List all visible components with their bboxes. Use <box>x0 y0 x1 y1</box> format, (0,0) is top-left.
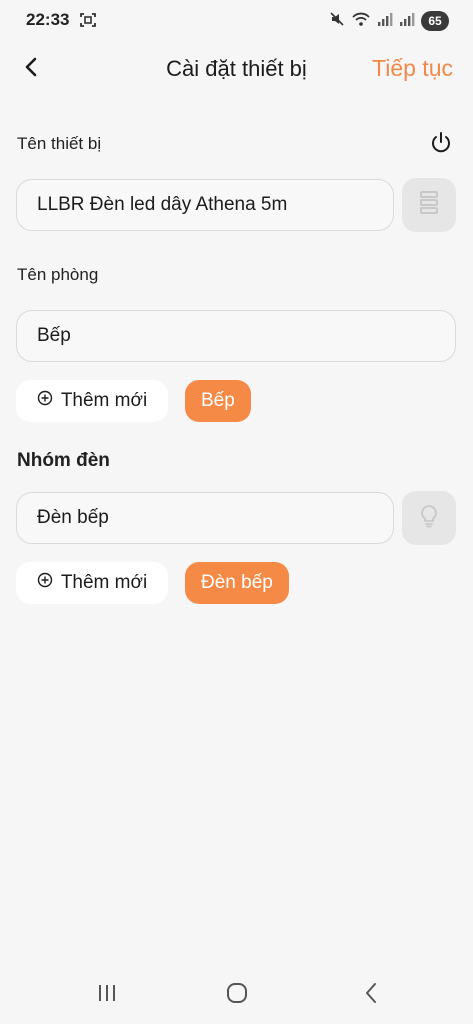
power-button[interactable] <box>428 131 454 160</box>
recent-apps-button[interactable] <box>92 980 122 1010</box>
home-button[interactable] <box>222 980 252 1010</box>
mute-icon <box>329 11 345 32</box>
device-name-input[interactable]: LLBR Đèn led dây Athena 5m <box>16 179 394 231</box>
light-group-label: Nhóm đèn <box>17 450 110 471</box>
light-group-icon-button[interactable] <box>402 491 456 545</box>
recent-apps-icon <box>96 983 118 1008</box>
signal-icon <box>399 11 415 32</box>
app-header: Cài đặt thiết bị Tiếp tục <box>0 40 473 98</box>
room-name-label: Tên phòng <box>17 265 99 284</box>
plus-circle-icon <box>37 572 53 594</box>
home-icon <box>226 982 248 1009</box>
add-light-group-label: Thêm mới <box>60 572 148 593</box>
add-light-group-button[interactable]: Thêm mới <box>16 562 168 604</box>
system-nav-bar <box>0 960 473 1024</box>
status-bar: 22:33 65 <box>0 0 473 44</box>
continue-button[interactable]: Tiếp tục <box>372 55 453 82</box>
led-strip-icon <box>418 190 440 221</box>
add-room-button[interactable]: Thêm mới <box>16 380 168 422</box>
wifi-icon <box>351 11 371 32</box>
nav-back-button[interactable] <box>356 980 386 1010</box>
light-group-tag-chip[interactable]: Đèn bếp <box>185 562 289 604</box>
light-group-input[interactable]: Đèn bếp <box>16 492 394 544</box>
add-room-label: Thêm mới <box>60 390 148 411</box>
back-icon <box>363 982 379 1009</box>
status-time: 22:33 <box>26 10 70 29</box>
bulb-icon <box>419 504 439 533</box>
plus-circle-icon <box>37 390 53 412</box>
device-name-label: Tên thiết bị <box>17 134 102 153</box>
battery-icon: 65 <box>421 11 449 31</box>
device-type-button[interactable] <box>402 178 456 232</box>
screenshot-icon <box>80 12 96 28</box>
status-icons: 65 <box>329 9 449 33</box>
room-tag-chip[interactable]: Bếp <box>185 380 251 422</box>
signal-icon <box>377 11 393 32</box>
power-icon <box>429 131 453 160</box>
room-name-input[interactable]: Bếp <box>16 310 456 362</box>
